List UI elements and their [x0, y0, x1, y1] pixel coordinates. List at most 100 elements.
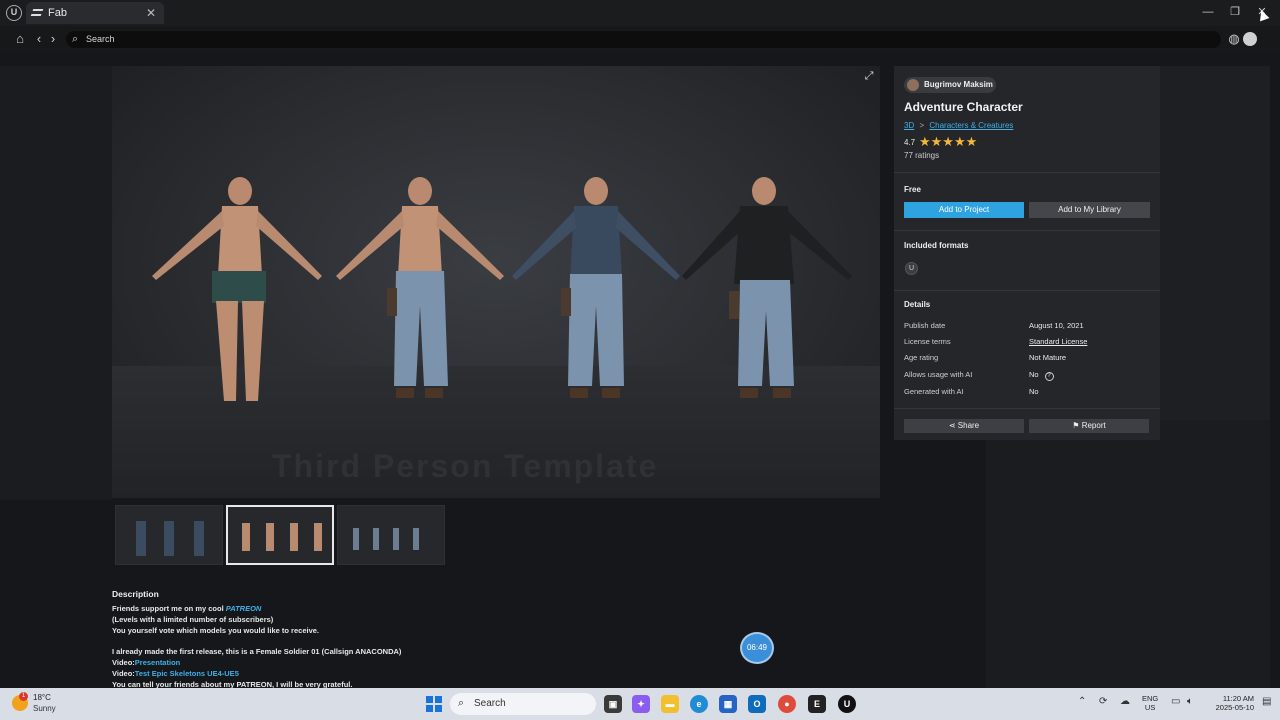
tab-title: Fab — [48, 7, 67, 19]
search-icon: ⌕ — [72, 33, 79, 45]
description-line: I already made the first release, this i… — [112, 647, 402, 656]
divider — [894, 172, 1160, 173]
report-label: Report — [1081, 421, 1106, 430]
characters-illustration — [152, 177, 852, 401]
character-shirtless-jeans — [336, 177, 504, 398]
report-button[interactable]: ⚑ Report — [1029, 419, 1149, 433]
maximize-button[interactable]: ❐ — [1225, 3, 1245, 21]
help-icon[interactable]: ? — [1044, 372, 1054, 381]
breadcrumb-category[interactable]: 3D — [904, 121, 914, 130]
detail-label-publish-date: Publish date — [904, 321, 946, 330]
detail-label-generated-ai: Generated with AI — [904, 387, 964, 396]
included-formats-title: Included formats — [904, 241, 969, 250]
rating-stars-icon: ★★★★★ — [919, 134, 978, 149]
detail-value-generated-ai: No — [1029, 387, 1039, 396]
product-title: Adventure Character — [904, 100, 1023, 114]
description-title: Description — [112, 589, 159, 599]
author-chip[interactable]: Bugrimov Maksim — [904, 77, 996, 93]
browser-tab-fab[interactable]: Fab ✕ — [26, 2, 164, 24]
divider — [894, 408, 1160, 409]
clock-time: 11:20 AM — [1222, 694, 1254, 703]
fab-icon — [30, 9, 44, 16]
breadcrumb: 3D > Characters & Creatures — [904, 121, 1013, 130]
description-text: Video: — [112, 658, 135, 667]
network-icon[interactable]: ▭ — [1171, 696, 1180, 707]
file-explorer-icon[interactable]: ▬ — [661, 695, 679, 713]
detail-label-license: License terms — [904, 337, 951, 346]
patreon-link[interactable]: PATREON — [226, 604, 262, 613]
detail-value-publish-date: August 10, 2021 — [1029, 321, 1084, 330]
expand-icon[interactable]: ⤢ — [862, 69, 876, 83]
search-placeholder: Search — [86, 34, 115, 44]
author-name: Bugrimov Maksim — [924, 80, 993, 89]
globe-icon[interactable]: ◍ — [1226, 31, 1242, 47]
weather-condition[interactable]: Sunny — [33, 704, 56, 713]
detail-value-ai-usage: No? — [1029, 370, 1054, 381]
divider — [894, 230, 1160, 231]
add-to-library-button[interactable]: Add to My Library — [1029, 202, 1150, 218]
background-editor-panel — [0, 66, 112, 500]
ratings-count[interactable]: 77 ratings — [904, 151, 939, 160]
details-title: Details — [904, 300, 931, 309]
standard-license-link[interactable]: Standard License — [1029, 337, 1087, 346]
price-label: Free — [904, 185, 921, 194]
share-icon: ⋖ — [948, 421, 958, 430]
unreal-engine-icon[interactable]: U — [838, 695, 856, 713]
hero-image[interactable]: Third Person Template — [112, 66, 880, 498]
detail-label-ai-usage: Allows usage with AI — [904, 370, 973, 379]
tray-chevron-icon[interactable]: ⌃ — [1078, 696, 1086, 707]
weather-temperature[interactable]: 18°C — [33, 693, 51, 702]
task-view-icon[interactable]: ▣ — [604, 695, 622, 713]
share-button[interactable]: ⋖ Share — [904, 419, 1024, 433]
background-details-panel — [986, 420, 1270, 688]
forward-icon[interactable]: › — [45, 31, 61, 47]
epic-games-icon[interactable]: E — [808, 695, 826, 713]
language-indicator[interactable]: ENG US — [1142, 694, 1158, 712]
description-line: You yourself vote which models you would… — [112, 626, 319, 635]
ai-usage-value: No — [1029, 370, 1039, 379]
cloud-icon[interactable]: ☁ — [1120, 696, 1130, 707]
description-line: Video:Presentation — [112, 658, 180, 667]
edge-icon[interactable]: e — [690, 695, 708, 713]
description-line: Friends support me on my cool PATREON — [112, 604, 261, 613]
language-code: ENG — [1142, 694, 1159, 703]
tab-close-icon[interactable]: ✕ — [146, 6, 156, 20]
notification-icon[interactable]: ▤ — [1262, 696, 1271, 707]
unreal-logo-icon: U — [6, 5, 22, 21]
search-input[interactable]: ⌕ Search — [66, 31, 1221, 48]
taskbar-search-placeholder: Search — [474, 698, 506, 709]
presentation-video-link[interactable]: Presentation — [135, 658, 180, 667]
background-outliner-panel — [1160, 66, 1270, 466]
copilot-icon[interactable]: ✦ — [632, 695, 650, 713]
character-jacket-jeans — [682, 177, 852, 398]
thumbnail-3[interactable] — [337, 505, 445, 565]
detail-value-age-rating: Not Mature — [1029, 353, 1067, 362]
taskbar-search-input[interactable]: ⌕ Search — [450, 693, 596, 715]
volume-icon[interactable]: 🔈︎ — [1187, 696, 1193, 707]
breadcrumb-subcategory[interactable]: Characters & Creatures — [929, 121, 1013, 130]
description-text: Friends support me on my cool — [112, 604, 226, 613]
clock[interactable]: 11:20 AM 2025-05-10 — [1206, 694, 1254, 712]
thumbnail-1[interactable] — [115, 505, 223, 565]
test-skeletons-video-link[interactable]: Test Epic Skeletons UE4-UE5 — [135, 669, 239, 678]
profile-avatar[interactable] — [1243, 32, 1257, 46]
description-line: Video:Test Epic Skeletons UE4-UE5 — [112, 669, 239, 678]
add-to-project-button[interactable]: Add to Project — [904, 202, 1024, 218]
clock-date: 2025-05-10 — [1215, 703, 1254, 712]
flag-icon: ⚑ — [1072, 421, 1082, 430]
store-icon[interactable]: ▦ — [719, 695, 737, 713]
weather-badge: 1 — [19, 692, 28, 701]
divider — [894, 290, 1160, 291]
unreal-format-icon[interactable]: U — [905, 262, 918, 275]
rating-value: 4.7 — [904, 138, 916, 147]
recording-timer: 06:49 — [740, 632, 774, 664]
description-line: (Levels with a limited number of subscri… — [112, 615, 274, 624]
sync-icon[interactable]: ⟳ — [1099, 696, 1107, 707]
thumbnail-2-selected[interactable] — [226, 505, 334, 565]
outlook-icon[interactable]: O — [748, 695, 766, 713]
minimize-button[interactable]: — — [1198, 3, 1218, 21]
detail-label-age-rating: Age rating — [904, 353, 939, 362]
chrome-icon[interactable]: ● — [778, 695, 796, 713]
start-icon[interactable] — [426, 696, 442, 712]
home-icon[interactable]: ⌂ — [12, 31, 28, 47]
